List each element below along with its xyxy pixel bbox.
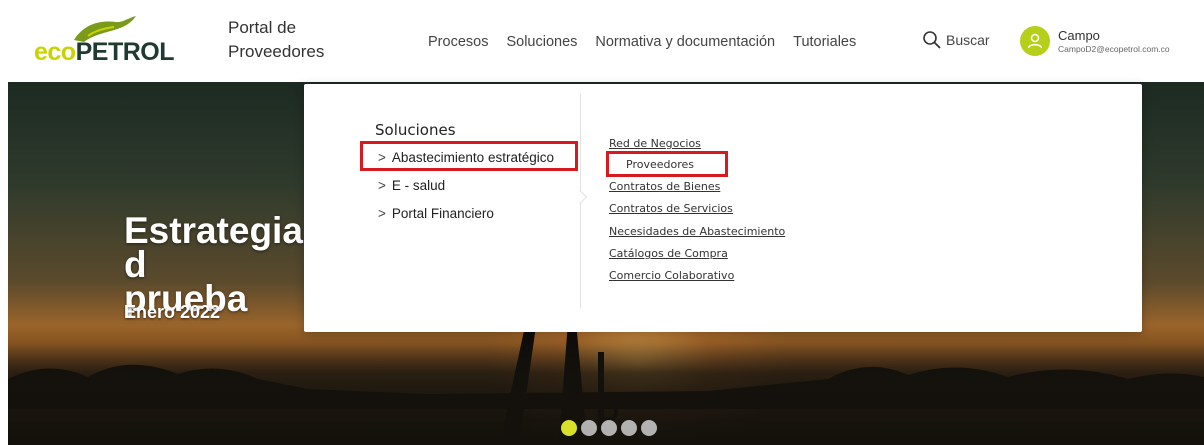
chevron-right-icon: >: [378, 206, 386, 221]
carousel-dot-4[interactable]: [621, 420, 637, 436]
carousel-dot-5[interactable]: [641, 420, 657, 436]
selection-highlight-proveedores: [606, 151, 728, 177]
user-icon: [1027, 33, 1043, 49]
hero-title: Estrategia d prueba: [124, 214, 314, 316]
main-nav: Procesos Soluciones Normativa y document…: [428, 34, 874, 50]
search-label: Buscar: [946, 32, 990, 48]
logo-wordmark: ecoPETROL: [34, 38, 175, 66]
menu-item-portal-financiero[interactable]: > Portal Financiero: [378, 206, 494, 221]
search-icon: [923, 31, 941, 49]
nav-tutoriales[interactable]: Tutoriales: [793, 34, 856, 50]
selection-highlight-abastecimiento: [360, 141, 578, 171]
link-contratos-de-bienes[interactable]: Contratos de Bienes: [609, 180, 720, 193]
carousel-dot-3[interactable]: [601, 420, 617, 436]
hero-title-line1: Estrategia d: [124, 214, 303, 285]
link-catalogos-de-compra[interactable]: Catálogos de Compra: [609, 247, 728, 260]
top-header: ecoPETROL Portal de Proveedores Procesos…: [0, 0, 1204, 82]
search-button[interactable]: Buscar: [922, 30, 990, 50]
menu-item-esalud[interactable]: > E - salud: [378, 178, 445, 193]
logo-eco: eco: [34, 38, 76, 66]
logo-petrol: PETROL: [75, 38, 175, 66]
link-comercio-colaborativo[interactable]: Comercio Colaborativo: [609, 269, 734, 282]
dropdown-title: Soluciones: [375, 121, 456, 139]
nav-normativa[interactable]: Normativa y documentación: [595, 34, 775, 50]
link-red-de-negocios[interactable]: Red de Negocios: [609, 137, 701, 150]
user-menu[interactable]: Campo CampoD2@ecopetrol.com.co: [1020, 26, 1170, 56]
portal-title-line1: Portal de: [228, 18, 297, 37]
carousel-dots: [561, 420, 661, 436]
hero-date: Enero 2022: [124, 302, 221, 322]
carousel-dot-2[interactable]: [581, 420, 597, 436]
avatar: [1020, 26, 1050, 56]
menu-item-label: E - salud: [391, 178, 446, 193]
chevron-right-icon: >: [378, 178, 386, 193]
user-info: Campo CampoD2@ecopetrol.com.co: [1058, 28, 1170, 55]
menu-item-label: Portal Financiero: [391, 206, 494, 221]
nav-procesos[interactable]: Procesos: [428, 34, 488, 50]
carousel-dot-1[interactable]: [561, 420, 577, 436]
soluciones-dropdown: Soluciones > Abastecimiento estratégico >…: [304, 84, 1142, 332]
nav-soluciones[interactable]: Soluciones: [506, 34, 577, 50]
ecopetrol-logo[interactable]: ecoPETROL: [30, 14, 180, 66]
user-email: CampoD2@ecopetrol.com.co: [1058, 43, 1170, 54]
user-name: Campo: [1058, 27, 1100, 43]
link-necesidades-de-abastecimiento[interactable]: Necesidades de Abastecimiento: [609, 225, 785, 238]
portal-title-line2: Proveedores: [228, 42, 325, 61]
portal-title[interactable]: Portal de Proveedores: [228, 16, 324, 64]
divider-pointer: [572, 189, 588, 205]
link-contratos-de-servicios[interactable]: Contratos de Servicios: [609, 202, 733, 215]
